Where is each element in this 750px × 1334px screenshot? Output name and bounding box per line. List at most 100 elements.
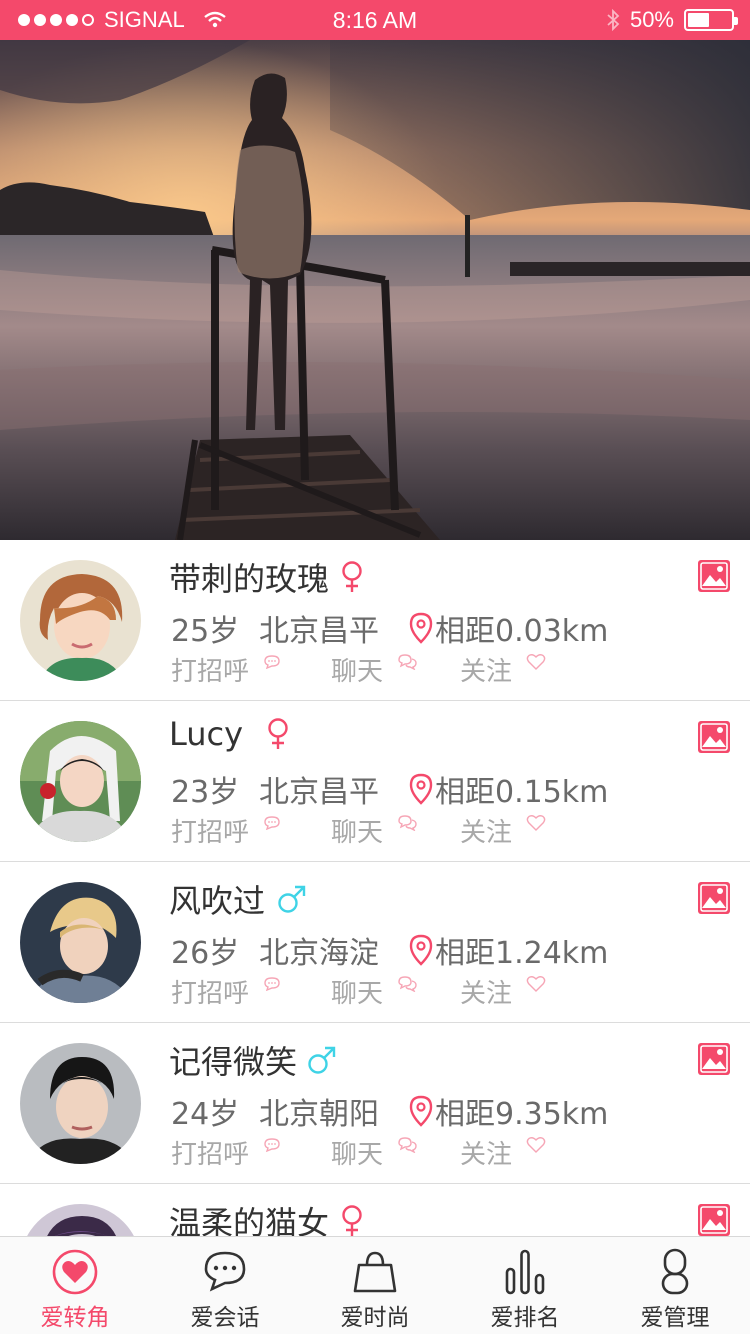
chat-label: 聊天 — [331, 818, 384, 848]
user-distance: 相距0.03km — [435, 614, 609, 649]
hero-banner-image[interactable] — [0, 40, 750, 540]
follow-button[interactable]: 关注 — [460, 1134, 546, 1171]
gallery-icon[interactable] — [698, 560, 730, 592]
follow-button[interactable]: 关注 — [460, 812, 546, 849]
speech-bubble-icon — [264, 1137, 280, 1152]
list-item[interactable]: 带刺的玫瑰 25岁 北京昌平 相距0.03km 打招呼 聊天 关注 — [0, 540, 750, 701]
heart-outline-icon — [526, 653, 546, 670]
tab-love-corner[interactable]: 爱转角 — [0, 1237, 150, 1334]
heart-outline-icon — [526, 975, 546, 992]
chat-button[interactable]: 聊天 — [331, 812, 460, 849]
user-location: 北京朝阳 — [259, 1097, 379, 1132]
list-item[interactable]: Lucy 23岁 北京昌平 相距0.15km 打招呼 聊天 关注 — [0, 701, 750, 862]
chat-bubble-icon — [204, 1251, 246, 1292]
tab-love-ranking[interactable]: 爱排名 — [450, 1237, 600, 1334]
heart-outline-icon — [526, 1136, 546, 1153]
info-line: 23岁 北京昌平 相距0.15km — [171, 767, 608, 811]
tab-label: 爱排名 — [490, 1305, 560, 1331]
greet-label: 打招呼 — [171, 818, 250, 848]
tab-love-fashion[interactable]: 爱时尚 — [300, 1237, 450, 1334]
list-item[interactable]: 风吹过 26岁 北京海淀 相距1.24km 打招呼 聊天 关注 — [0, 862, 750, 1023]
tab-label: 爱时尚 — [340, 1305, 410, 1331]
heart-outline-icon — [526, 814, 546, 831]
user-age: 26岁 — [171, 936, 240, 971]
user-distance: 相距9.35km — [435, 1097, 609, 1132]
user-location: 北京昌平 — [259, 614, 379, 649]
greet-button[interactable]: 打招呼 — [171, 1134, 331, 1171]
info-line: 25岁 北京昌平 相距0.03km — [171, 606, 608, 650]
follow-button[interactable]: 关注 — [460, 651, 546, 688]
sunset-pier-photo — [0, 40, 750, 540]
user-location: 北京昌平 — [259, 775, 379, 810]
chat-bubbles-icon — [398, 975, 417, 992]
greet-button[interactable]: 打招呼 — [171, 812, 331, 849]
user-distance: 相距1.24km — [435, 936, 609, 971]
chat-button[interactable]: 聊天 — [331, 651, 460, 688]
user-name: Lucy — [169, 715, 244, 753]
user-name: 风吹过 — [169, 882, 266, 920]
follow-label: 关注 — [460, 818, 513, 848]
gallery-icon[interactable] — [698, 721, 730, 753]
greet-label: 打招呼 — [171, 657, 250, 687]
bluetooth-icon — [607, 9, 620, 31]
male-icon — [308, 1046, 336, 1074]
follow-label: 关注 — [460, 979, 513, 1009]
follow-label: 关注 — [460, 657, 513, 687]
battery-icon — [684, 9, 738, 31]
tab-label: 爱会话 — [190, 1305, 260, 1331]
name-line: Lucy — [169, 715, 291, 753]
chat-button[interactable]: 聊天 — [331, 1134, 460, 1171]
user-location: 北京海淀 — [259, 936, 379, 971]
tab-love-chat[interactable]: 爱会话 — [150, 1237, 300, 1334]
chat-label: 聊天 — [331, 979, 384, 1009]
battery-level — [688, 13, 709, 27]
heart-icon — [52, 1249, 98, 1295]
location-pin-icon — [409, 773, 433, 805]
chat-button[interactable]: 聊天 — [331, 973, 460, 1010]
location-pin-icon — [409, 1095, 433, 1127]
user-name: 记得微笑 — [169, 1043, 298, 1081]
gallery-icon[interactable] — [698, 1043, 730, 1075]
action-bar: 打招呼 聊天 关注 — [171, 812, 546, 849]
name-line: 温柔的猫女 — [169, 1198, 365, 1236]
tab-bar: 爱转角 爱会话 爱时尚 爱排名 爱管理 — [0, 1236, 750, 1334]
action-bar: 打招呼 聊天 关注 — [171, 1134, 546, 1171]
speech-bubble-icon — [264, 976, 280, 991]
name-line: 带刺的玫瑰 — [169, 554, 365, 600]
action-bar: 打招呼 聊天 关注 — [171, 973, 546, 1010]
gallery-icon[interactable] — [698, 1204, 730, 1236]
tab-love-manage[interactable]: 爱管理 — [600, 1237, 750, 1334]
speech-bubble-icon — [264, 815, 280, 830]
shopping-bag-icon — [353, 1251, 397, 1293]
name-line: 风吹过 — [169, 876, 307, 922]
battery-percent: 50% — [629, 7, 674, 32]
avatar[interactable] — [20, 882, 141, 1003]
list-item[interactable]: 记得微笑 24岁 北京朝阳 相距9.35km 打招呼 聊天 关注 — [0, 1023, 750, 1184]
female-icon — [342, 561, 362, 592]
avatar[interactable] — [20, 721, 141, 842]
avatar[interactable] — [20, 1043, 141, 1164]
bar-chart-icon — [505, 1249, 545, 1295]
user-age: 23岁 — [171, 775, 240, 810]
gallery-icon[interactable] — [698, 882, 730, 914]
chat-label: 聊天 — [331, 657, 384, 687]
male-icon — [278, 885, 306, 913]
follow-button[interactable]: 关注 — [460, 973, 546, 1010]
name-line: 记得微笑 — [169, 1037, 337, 1083]
location-pin-icon — [409, 934, 433, 966]
greet-label: 打招呼 — [171, 979, 250, 1009]
info-line: 26岁 北京海淀 相距1.24km — [171, 928, 608, 972]
location-pin-icon — [409, 612, 433, 644]
greet-button[interactable]: 打招呼 — [171, 651, 331, 688]
follow-label: 关注 — [460, 1140, 513, 1170]
greet-button[interactable]: 打招呼 — [171, 973, 331, 1010]
speech-bubble-icon — [264, 654, 280, 669]
status-right: 50% — [606, 0, 738, 40]
avatar[interactable] — [20, 1204, 141, 1236]
user-name: 带刺的玫瑰 — [169, 560, 330, 598]
user-list: 带刺的玫瑰 25岁 北京昌平 相距0.03km 打招呼 聊天 关注 Lucy 2… — [0, 540, 750, 1236]
info-line: 24岁 北京朝阳 相距9.35km — [171, 1089, 608, 1133]
list-item[interactable]: 温柔的猫女 — [0, 1184, 750, 1236]
greet-label: 打招呼 — [171, 1140, 250, 1170]
avatar[interactable] — [20, 560, 141, 681]
